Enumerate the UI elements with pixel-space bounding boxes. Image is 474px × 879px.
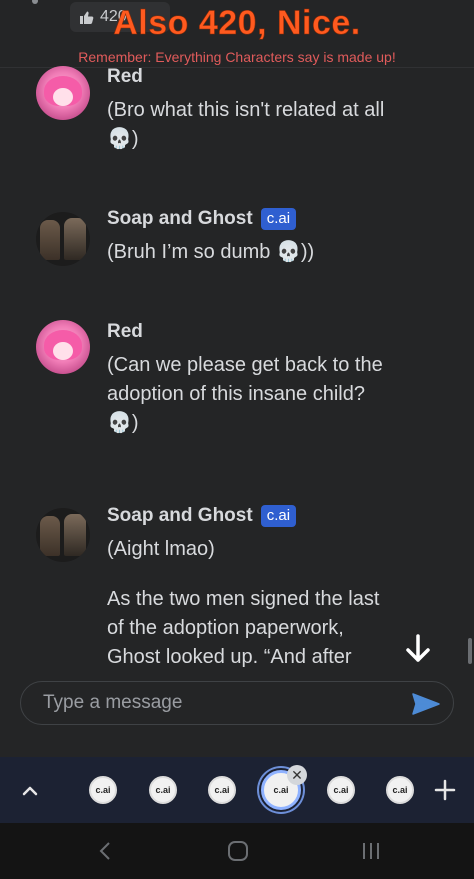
meme-caption: Also 420, Nice. — [113, 4, 361, 43]
plus-icon[interactable] — [432, 777, 458, 803]
nav-home-icon[interactable] — [226, 839, 250, 863]
avatar[interactable] — [36, 66, 90, 120]
avatar[interactable] — [36, 320, 90, 374]
message-text: (Can we please get back to the adoption … — [107, 354, 383, 434]
cai-badge: c.ai — [260, 208, 297, 230]
chevron-up-icon[interactable] — [18, 779, 42, 803]
send-icon[interactable] — [411, 692, 441, 716]
character-bar: c.ai c.ai c.ai c.ai c.ai c.ai — [0, 757, 474, 823]
chat-header: 420 Also 420, Nice. Remember: Everything… — [0, 0, 474, 68]
disclaimer-text: Remember: Everything Characters say is m… — [78, 49, 396, 65]
character-chip[interactable]: c.ai — [208, 776, 236, 804]
message-text: (Bro what this isn't related at all 💀) — [107, 99, 385, 150]
character-chip[interactable]: c.ai — [327, 776, 355, 804]
author-name[interactable]: Soap and Ghost — [107, 208, 253, 230]
close-icon[interactable]: ✕ — [287, 765, 307, 785]
author-name[interactable]: Soap and Ghost — [107, 505, 253, 527]
message-composer — [20, 681, 454, 725]
author-name[interactable]: Red — [107, 66, 143, 88]
system-nav-bar — [0, 823, 474, 879]
message-text: (Aight lmao) — [107, 538, 215, 560]
scrollbar[interactable] — [468, 638, 472, 664]
nav-recent-icon[interactable] — [359, 839, 383, 863]
avatar[interactable] — [36, 508, 90, 562]
nav-back-icon[interactable] — [94, 839, 118, 863]
character-chip[interactable]: c.ai — [386, 776, 414, 804]
message-text: (Bruh I’m so dumb 💀)) — [107, 241, 315, 263]
message-input[interactable] — [43, 682, 403, 724]
message-text: As the two men signed the last of the ad… — [107, 588, 380, 668]
character-chip[interactable]: c.ai — [149, 776, 177, 804]
avatar[interactable] — [36, 212, 90, 266]
arrow-down-icon[interactable] — [400, 632, 436, 672]
author-name[interactable]: Red — [107, 321, 143, 343]
character-chip[interactable]: c.ai — [89, 776, 117, 804]
cai-badge: c.ai — [260, 505, 297, 527]
